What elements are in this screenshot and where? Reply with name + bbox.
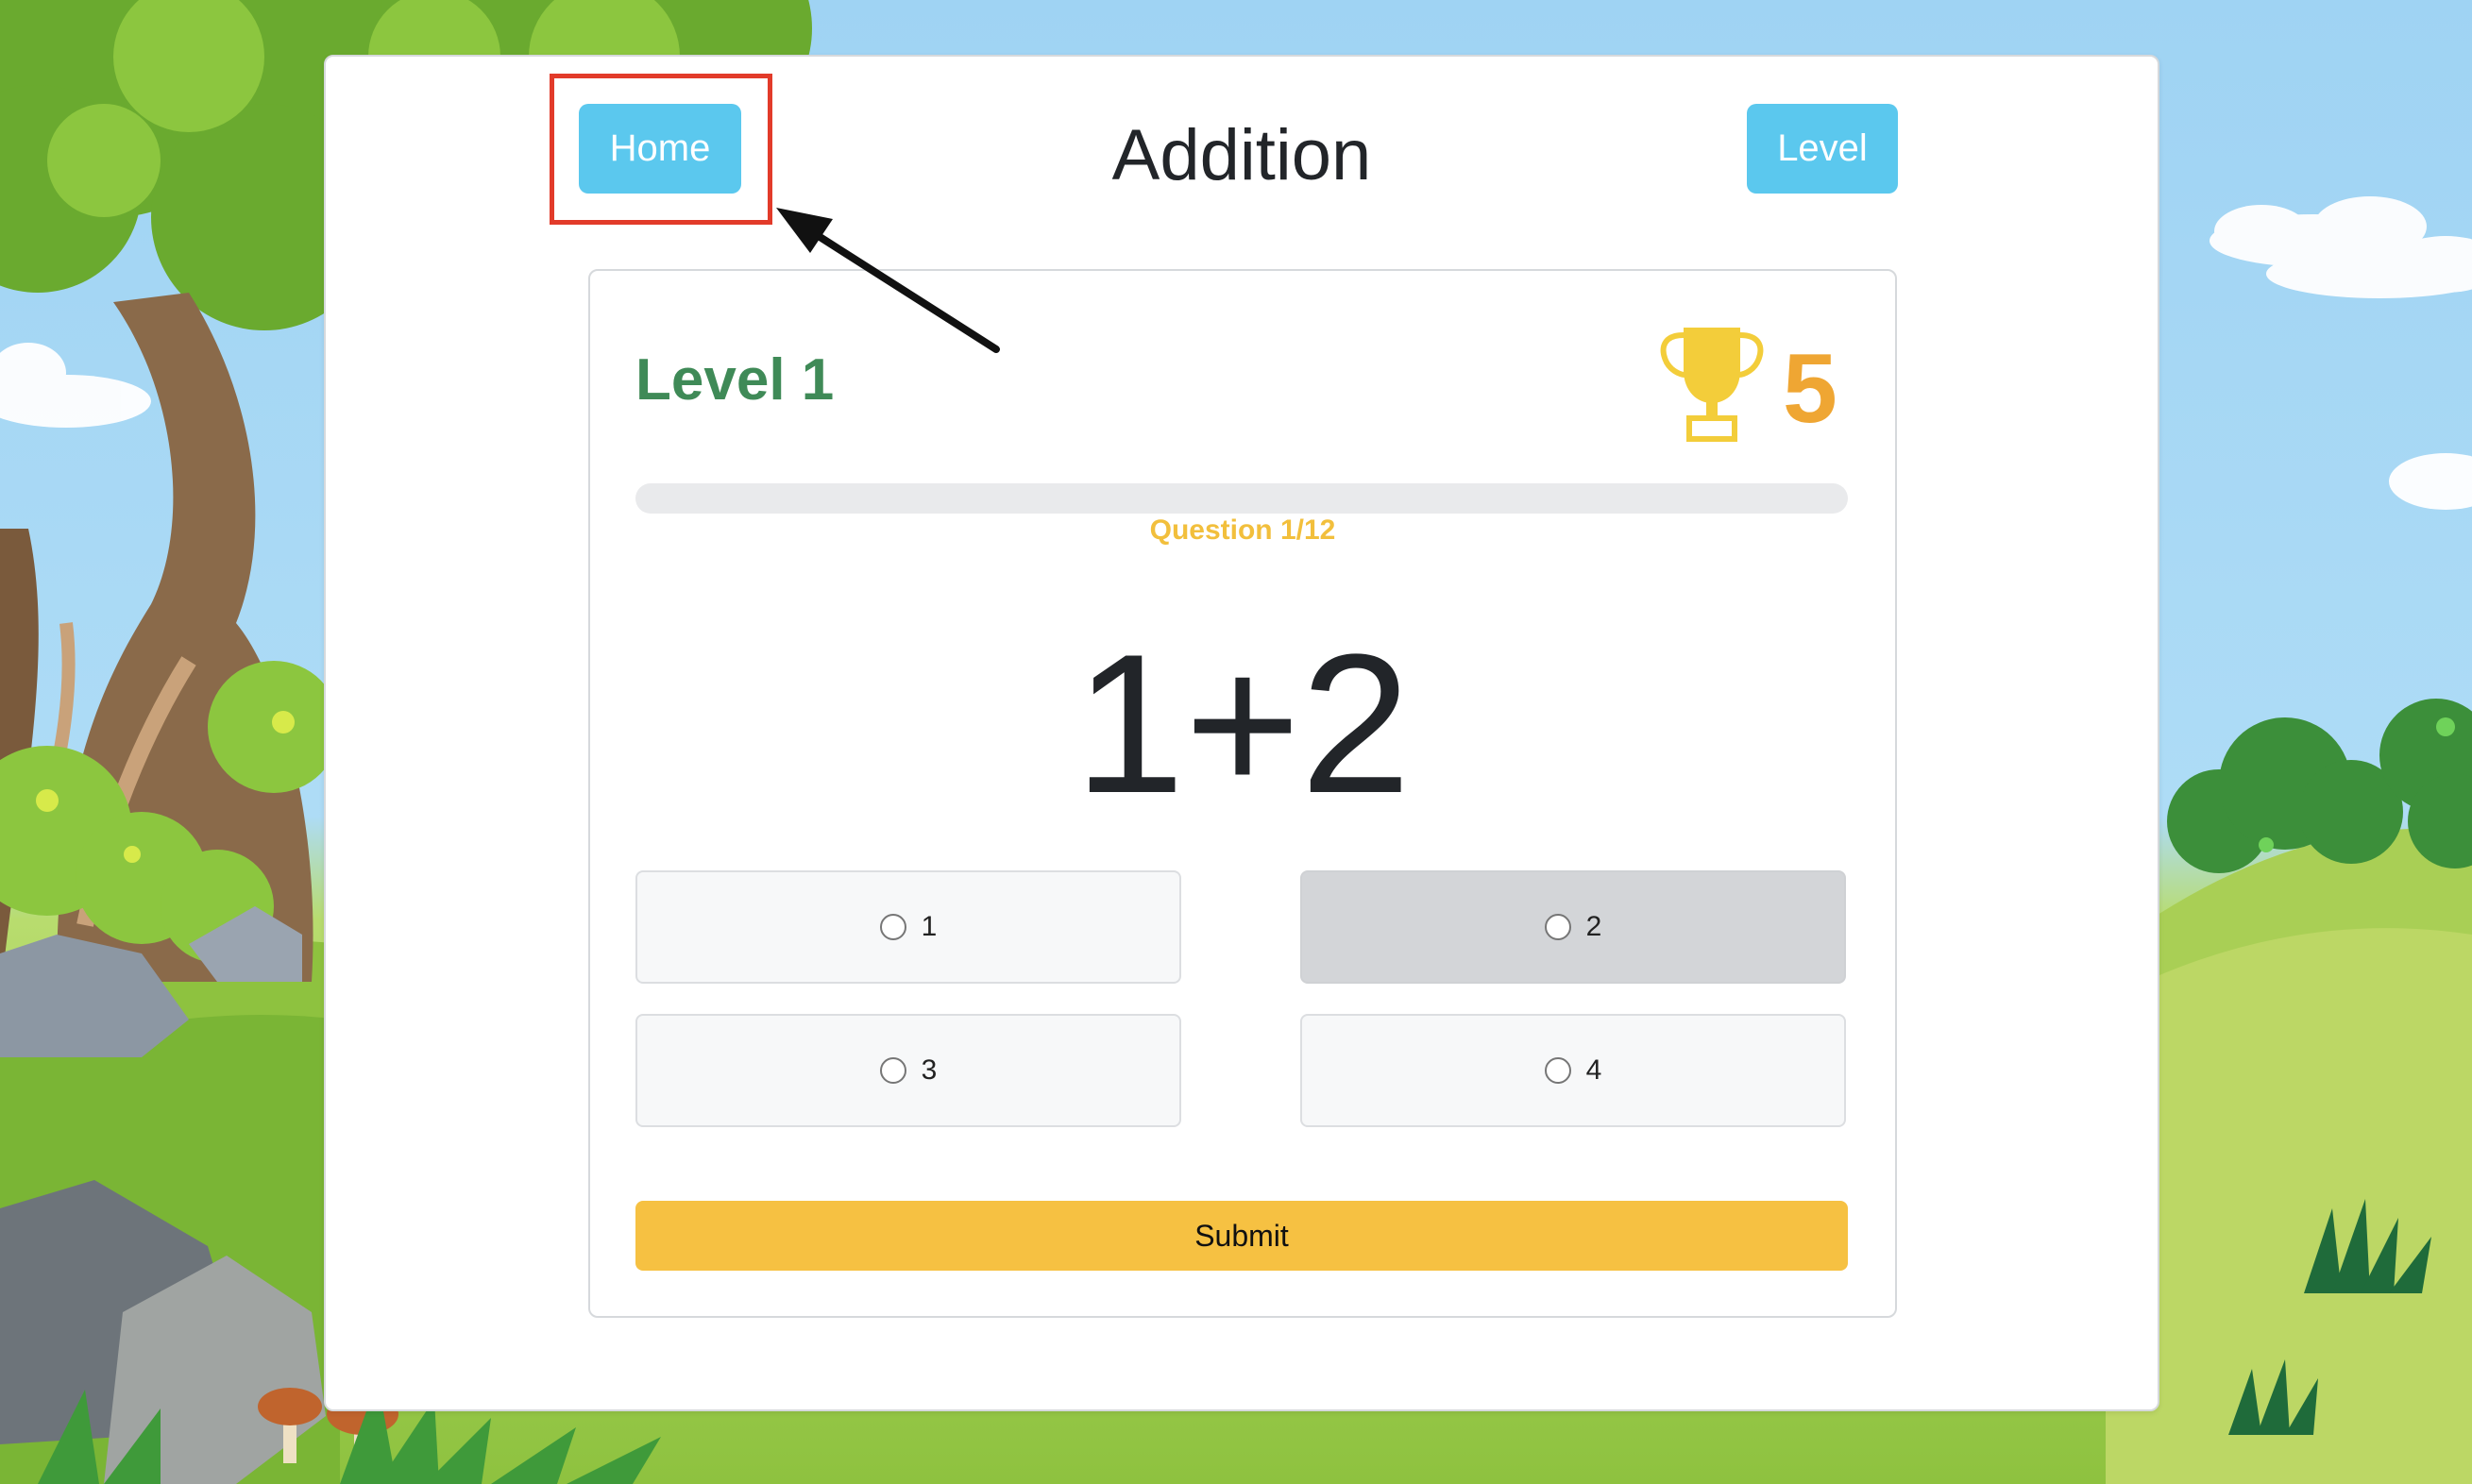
arrow-icon	[776, 208, 1000, 353]
